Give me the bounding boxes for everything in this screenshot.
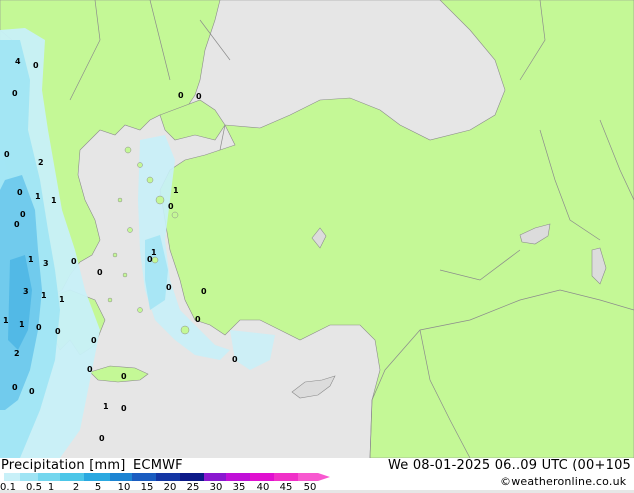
map-viewer: 4000002010101331111021010000001000000000… — [0, 0, 634, 493]
scale-tick-label: 50 — [303, 482, 317, 493]
model-name: ECMWF — [133, 458, 183, 473]
precipitation-map[interactable]: 4 00 0 0020 10101 33 1 11 1 021010 000001 00 0000000 — [0, 0, 634, 458]
scale-tick-label: 30 — [209, 482, 223, 493]
color-swatch-12 — [250, 473, 274, 481]
scale-tick-label: 2 — [72, 482, 80, 493]
precip-value-label: 0 — [12, 383, 18, 392]
precip-value-label: 0 — [97, 268, 103, 277]
legend-title: Precipitation [mm] — [1, 458, 126, 473]
valid-time: We 08-01-2025 06..09 UTC (00+105 — [388, 458, 632, 473]
precip-value-label: 1 — [173, 186, 179, 195]
color-swatch-8 — [156, 473, 180, 481]
color-swatch-4 — [60, 473, 84, 481]
precip-value-label: 0 — [20, 210, 26, 219]
scale-tick-label: 35 — [232, 482, 246, 493]
precip-value-label: 0 — [36, 323, 42, 332]
color-swatch-10 — [204, 473, 226, 481]
precip-value-label: 0 — [166, 283, 172, 292]
precip-value-label: 0 — [4, 150, 10, 159]
color-swatch-14 — [298, 473, 318, 481]
precip-value-label: 0 — [17, 188, 23, 197]
precip-value-label: 1 — [59, 295, 65, 304]
color-swatch-11 — [226, 473, 250, 481]
scale-tick-label: 25 — [186, 482, 200, 493]
precip-value-label: 0 — [33, 61, 39, 70]
precip-value-label: 2 — [38, 158, 44, 167]
precip-value-label: 0 — [121, 404, 127, 413]
precip-value-label: 0 — [168, 202, 174, 211]
precip-value-label: 0 — [232, 355, 238, 364]
precip-value-label: 3 — [23, 287, 29, 296]
precip-value-label: 0 — [147, 255, 153, 264]
color-swatch-5 — [84, 473, 110, 481]
scale-tick-label: 45 — [279, 482, 293, 493]
precip-value-label: 1 — [51, 196, 57, 205]
precip-value-label: 0 — [87, 365, 93, 374]
color-swatch-6 — [110, 473, 132, 481]
precip-value-label: 0 — [55, 327, 61, 336]
precip-value-label: 3 — [43, 259, 49, 268]
scale-tick-label: 15 — [140, 482, 154, 493]
precip-value-label: 0 — [12, 89, 18, 98]
precip-value-label: 0 — [121, 372, 127, 381]
scale-tick-label: 0.5 — [26, 482, 42, 493]
precip-value-label: 2 — [14, 349, 20, 358]
precip-value-label: 1 — [41, 291, 47, 300]
precip-value-label: 1 — [3, 316, 9, 325]
color-swatch-13 — [274, 473, 298, 481]
scale-tick-label: 20 — [163, 482, 177, 493]
precip-value-label: 0 — [195, 315, 201, 324]
precip-value-label: 0 — [178, 91, 184, 100]
color-swatch-9 — [180, 473, 204, 481]
precip-value-label: 1 — [28, 255, 34, 264]
precip-value-label: 1 — [35, 192, 41, 201]
scale-tick-label: 5 — [94, 482, 102, 493]
scale-tick-label: 40 — [256, 482, 270, 493]
scale-arrow — [318, 473, 330, 481]
precip-value-label: 0 — [71, 257, 77, 266]
scale-tick-label: 0.1 — [0, 482, 16, 493]
precip-value-label: 1 — [19, 320, 25, 329]
precip-value-label: 0 — [91, 336, 97, 345]
scale-tick-label: 1 — [47, 482, 55, 493]
precip-value-label: 0 — [196, 92, 202, 101]
precip-value-label: 0 — [99, 434, 105, 443]
color-swatch-2 — [20, 473, 38, 481]
precip-value-label: 0 — [14, 220, 20, 229]
precip-value-label: 4 — [15, 57, 21, 66]
precip-value-label: 0 — [201, 287, 207, 296]
color-swatch-7 — [132, 473, 156, 481]
scale-tick-label: 10 — [117, 482, 131, 493]
color-swatch-3 — [38, 473, 60, 481]
site-credit[interactable]: ©weatheronline.co.uk — [500, 475, 626, 488]
precip-value-label: 1 — [103, 402, 109, 411]
precip-value-label: 0 — [29, 387, 35, 396]
color-swatch-1 — [4, 473, 20, 481]
